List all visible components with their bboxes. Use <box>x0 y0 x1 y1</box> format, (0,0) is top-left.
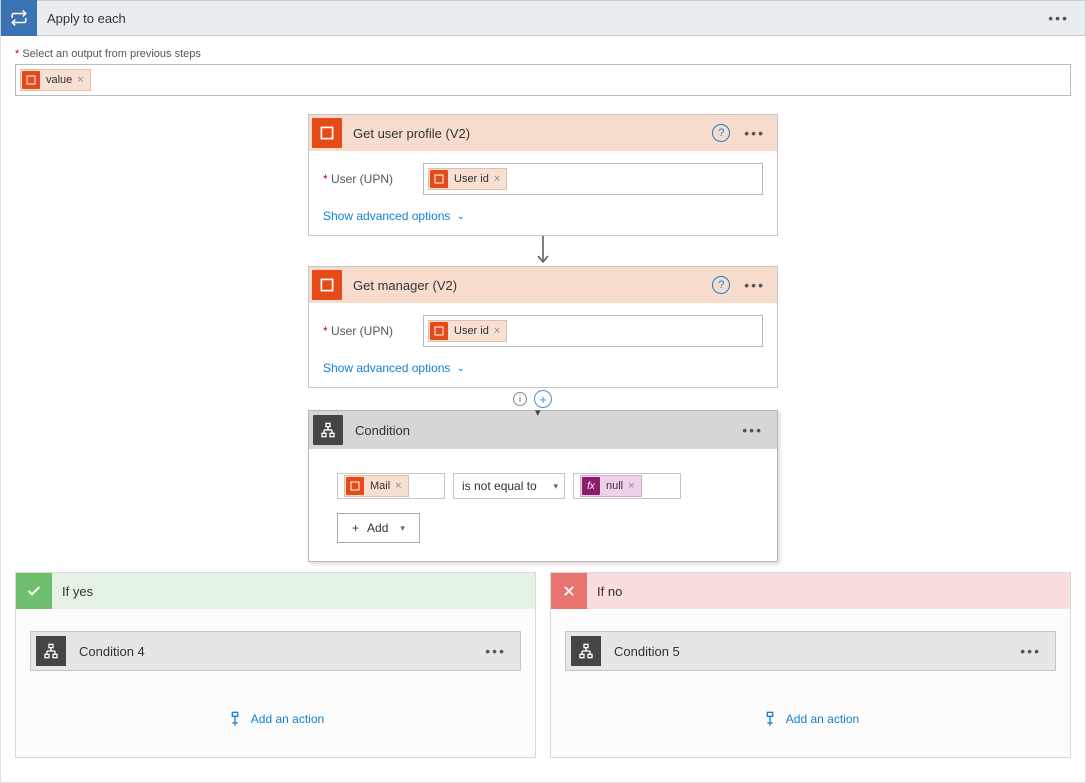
remove-token-icon[interactable]: × <box>494 325 500 337</box>
branch-no-header[interactable]: If no <box>551 573 1070 609</box>
remove-token-icon[interactable]: × <box>494 173 500 185</box>
remove-token-icon[interactable]: × <box>628 480 634 492</box>
check-icon <box>16 573 52 609</box>
output-input[interactable]: value × <box>15 64 1071 96</box>
apply-to-each-header[interactable]: Apply to each ••• <box>0 0 1086 36</box>
condition-left-input[interactable]: Mail × <box>337 473 445 499</box>
office-icon <box>312 118 342 148</box>
insert-step-row: i + ▾ <box>308 388 778 410</box>
office-icon <box>430 322 448 340</box>
help-icon[interactable]: ? <box>712 276 730 294</box>
condition-menu-icon[interactable]: ••• <box>728 422 777 438</box>
chevron-down-icon: ⌄ <box>456 211 464 222</box>
step-get-user-profile: Get user profile (V2) ? ••• * User (UPN)… <box>308 114 778 236</box>
condition-header[interactable]: Condition ••• <box>309 411 777 449</box>
field-label: * User (UPN) <box>323 172 423 186</box>
step-menu-icon[interactable]: ••• <box>740 125 777 141</box>
show-advanced-link[interactable]: Show advanced options⌄ <box>323 209 465 223</box>
header-menu-icon[interactable]: ••• <box>1032 10 1085 26</box>
add-condition-button[interactable]: + Add ▾ <box>337 513 420 543</box>
add-action-no[interactable]: Add an action <box>551 711 1070 727</box>
condition-icon <box>36 636 66 666</box>
step-header[interactable]: Get user profile (V2) ? ••• <box>309 115 777 151</box>
token-user-id[interactable]: User id × <box>428 168 507 190</box>
condition-right-input[interactable]: fx null × <box>573 473 681 499</box>
office-icon <box>312 270 342 300</box>
step-get-manager: Get manager (V2) ? ••• * User (UPN) User… <box>308 266 778 388</box>
condition-icon <box>313 415 343 445</box>
token-user-id[interactable]: User id × <box>428 320 507 342</box>
condition-card: Condition ••• Mail × is not equal to▾ <box>308 410 778 562</box>
office-icon <box>346 477 364 495</box>
flow-arrow <box>535 236 551 266</box>
sub-condition-5[interactable]: Condition 5 ••• <box>565 631 1056 671</box>
sub-condition-4[interactable]: Condition 4 ••• <box>30 631 521 671</box>
chevron-down-icon: ▾ <box>553 481 558 492</box>
step-menu-icon[interactable]: ••• <box>1006 643 1055 659</box>
branch-no-label: If no <box>587 584 622 599</box>
loop-body: * Select an output from previous steps v… <box>0 36 1086 783</box>
sub-condition-title: Condition 5 <box>606 644 1006 659</box>
step-menu-icon[interactable]: ••• <box>740 277 777 293</box>
branch-yes: If yes Condition 4 ••• Add an action <box>15 572 536 758</box>
step-menu-icon[interactable]: ••• <box>471 643 520 659</box>
token-value[interactable]: value × <box>20 69 91 91</box>
condition-title: Condition <box>347 423 728 438</box>
loop-icon <box>1 0 37 36</box>
office-icon <box>22 71 40 89</box>
step-title: Get manager (V2) <box>345 278 712 293</box>
output-label: * Select an output from previous steps <box>15 48 1071 60</box>
user-upn-input[interactable]: User id × <box>423 163 763 195</box>
fx-icon: fx <box>582 477 600 495</box>
header-title: Apply to each <box>37 11 1032 26</box>
office-icon <box>430 170 448 188</box>
sub-condition-title: Condition 4 <box>71 644 471 659</box>
chevron-down-icon: ⌄ <box>456 363 464 374</box>
step-title: Get user profile (V2) <box>345 126 712 141</box>
add-action-yes[interactable]: Add an action <box>16 711 535 727</box>
chevron-down-icon: ▾ <box>400 523 405 534</box>
field-label: * User (UPN) <box>323 324 423 338</box>
help-icon[interactable]: ? <box>712 124 730 142</box>
condition-icon <box>571 636 601 666</box>
plus-icon: + <box>352 521 359 535</box>
remove-token-icon[interactable]: × <box>77 74 83 86</box>
flow-arrow-tail: ▾ <box>535 406 541 419</box>
remove-token-icon[interactable]: × <box>395 480 401 492</box>
branch-yes-header[interactable]: If yes <box>16 573 535 609</box>
close-icon <box>551 573 587 609</box>
branch-no: If no Condition 5 ••• Add an action <box>550 572 1071 758</box>
step-header[interactable]: Get manager (V2) ? ••• <box>309 267 777 303</box>
token-mail[interactable]: Mail × <box>344 475 409 497</box>
operator-select[interactable]: is not equal to▾ <box>453 473 565 499</box>
show-advanced-link[interactable]: Show advanced options⌄ <box>323 361 465 375</box>
token-fx-null[interactable]: fx null × <box>580 475 642 497</box>
user-upn-input[interactable]: User id × <box>423 315 763 347</box>
branch-yes-label: If yes <box>52 584 93 599</box>
info-icon[interactable]: i <box>513 392 527 406</box>
